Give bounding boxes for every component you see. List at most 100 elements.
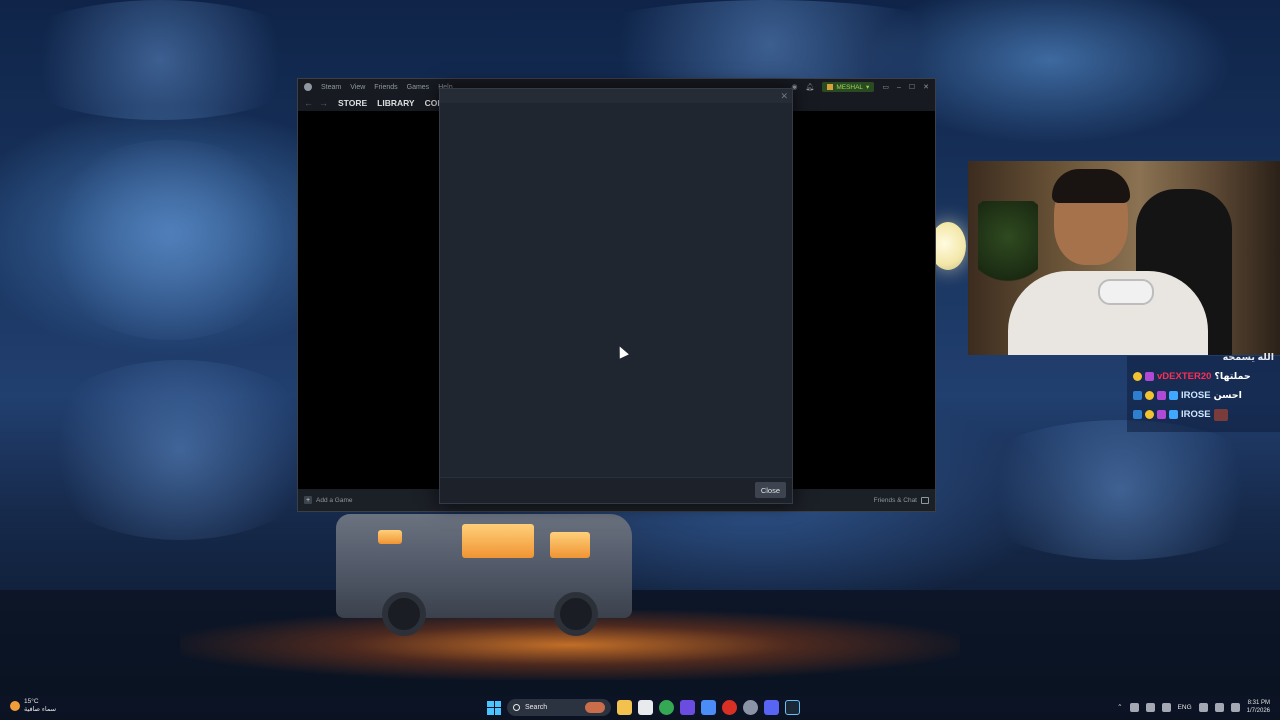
account-name: MESHAL	[836, 83, 864, 91]
clock[interactable]: 8:31 PM 1/7/2026	[1247, 699, 1270, 715]
badge-icon	[1169, 391, 1178, 400]
chrome-icon[interactable]	[659, 700, 674, 715]
menu-games[interactable]: Games	[407, 84, 430, 91]
close-button[interactable]: Close	[754, 482, 786, 498]
taskbar-search[interactable]: Search	[507, 699, 611, 716]
file-explorer-icon[interactable]	[617, 700, 632, 715]
nav-library[interactable]: LIBRARY	[377, 98, 414, 108]
add-game-button[interactable]: + Add a Game	[304, 496, 353, 504]
van-window	[550, 532, 590, 558]
webcam-overlay	[968, 161, 1280, 355]
chat-username: IROSE	[1181, 390, 1211, 401]
weather-desc: سماء صافية	[24, 706, 57, 713]
menu-steam[interactable]: Steam	[321, 84, 341, 91]
close-icon[interactable]: ✕	[923, 83, 929, 91]
add-game-label: Add a Game	[316, 496, 353, 504]
chat-message: IROSE	[1127, 405, 1280, 424]
badge-icon	[1133, 410, 1142, 419]
chat-icon	[921, 496, 929, 504]
chevron-down-icon: ▾	[866, 84, 870, 91]
nav-arrows: ← →	[304, 98, 328, 108]
tray-app-icon[interactable]	[1129, 702, 1139, 712]
dialog-close-icon[interactable]: ✕	[780, 90, 788, 102]
steam-icon[interactable]	[785, 700, 800, 715]
plus-icon: +	[304, 496, 312, 504]
search-placeholder: Search	[525, 704, 548, 711]
system-tray: ⌃ ENG 8:31 PM 1/7/2026	[1117, 699, 1270, 715]
van-wheel	[382, 592, 426, 636]
dialog-footer: Close	[440, 477, 792, 503]
chat-message: الله يسمحه	[1127, 348, 1280, 367]
network-icon[interactable]	[1198, 702, 1208, 712]
taskbar-apps: Search	[487, 699, 800, 716]
van-window	[378, 530, 402, 544]
badge-icon	[1157, 410, 1166, 419]
battery-icon[interactable]	[1230, 702, 1240, 712]
chat-message: vDEXTER20 حملتها؟	[1127, 367, 1280, 386]
van-wheel	[554, 592, 598, 636]
cloud	[960, 420, 1280, 560]
dialog-header: ✕	[440, 89, 792, 103]
taskbar: 15°C سماء صافية Search ⌃ ENG 8:31 PM 1/7…	[0, 696, 1280, 720]
cloud	[40, 140, 300, 340]
diamond-app-icon[interactable]	[701, 700, 716, 715]
clock-date: 1/7/2026	[1246, 708, 1270, 714]
app-icon[interactable]	[680, 700, 695, 715]
cloud	[0, 0, 320, 120]
clock-time: 8:31 PM	[1247, 700, 1270, 706]
camper-van	[336, 514, 632, 636]
back-arrow-icon[interactable]: ←	[304, 98, 313, 108]
weather-widget[interactable]: 15°C سماء صافية	[10, 698, 56, 714]
streamer-hair	[1052, 169, 1130, 203]
forward-arrow-icon[interactable]: →	[319, 98, 328, 108]
big-picture-icon[interactable]: ▭	[882, 83, 889, 91]
cloud	[560, 0, 980, 90]
badge-icon	[1133, 391, 1142, 400]
chat-username: IROSE	[1181, 409, 1211, 420]
weather-temp: 15°C	[24, 698, 39, 705]
maximize-icon[interactable]: ☐	[909, 83, 915, 91]
language-indicator[interactable]: ENG	[1178, 704, 1192, 711]
store-icon[interactable]	[638, 700, 653, 715]
windows-start-icon[interactable]	[487, 700, 501, 715]
chat-text: حملتها؟	[1214, 371, 1251, 382]
badge-icon	[1145, 410, 1154, 419]
weather-icon	[10, 701, 20, 711]
steam-menu: Steam View Friends Games Help	[304, 83, 453, 91]
stream-chat: الله يسمحه vDEXTER20 حملتها؟ IROSE احسن …	[1127, 352, 1280, 432]
discord-icon[interactable]	[764, 700, 779, 715]
minimize-icon[interactable]: –	[897, 84, 901, 91]
plant	[978, 201, 1038, 291]
chat-text: احسن	[1213, 390, 1242, 401]
volume-icon[interactable]	[1214, 702, 1224, 712]
settings-icon[interactable]	[743, 700, 758, 715]
chat-username: vDEXTER20	[1157, 371, 1212, 382]
steam-dialog[interactable]: ✕ Close	[439, 88, 793, 504]
microphone-icon[interactable]	[1161, 702, 1171, 712]
badge-icon	[1133, 372, 1142, 381]
cloud	[30, 360, 330, 540]
steam-logo-icon	[304, 83, 312, 91]
badge-icon	[1157, 391, 1166, 400]
notification-bell-icon[interactable]: 🔔︎	[805, 83, 814, 91]
badge-icon	[1145, 372, 1154, 381]
menu-view[interactable]: View	[350, 84, 365, 91]
menu-friends[interactable]: Friends	[374, 84, 397, 91]
search-highlight-icon	[585, 702, 605, 713]
friends-chat-button[interactable]: Friends & Chat	[873, 496, 929, 504]
search-icon	[513, 704, 520, 711]
avatar	[827, 84, 834, 90]
microphone	[1098, 279, 1154, 305]
tray-app-icon[interactable]	[1145, 702, 1155, 712]
browser-icon[interactable]	[722, 700, 737, 715]
van-window	[462, 524, 534, 558]
friends-chat-label: Friends & Chat	[873, 496, 917, 504]
badge-icon	[1169, 410, 1178, 419]
chat-text: الله يسمحه	[1222, 352, 1274, 363]
chevron-up-icon[interactable]: ⌃	[1117, 703, 1122, 711]
nav-store[interactable]: STORE	[338, 98, 367, 108]
badge-icon	[1145, 391, 1154, 400]
account-menu[interactable]: MESHAL ▾	[822, 82, 875, 92]
chat-message: IROSE احسن	[1127, 386, 1280, 405]
emote-icon	[1213, 408, 1228, 421]
